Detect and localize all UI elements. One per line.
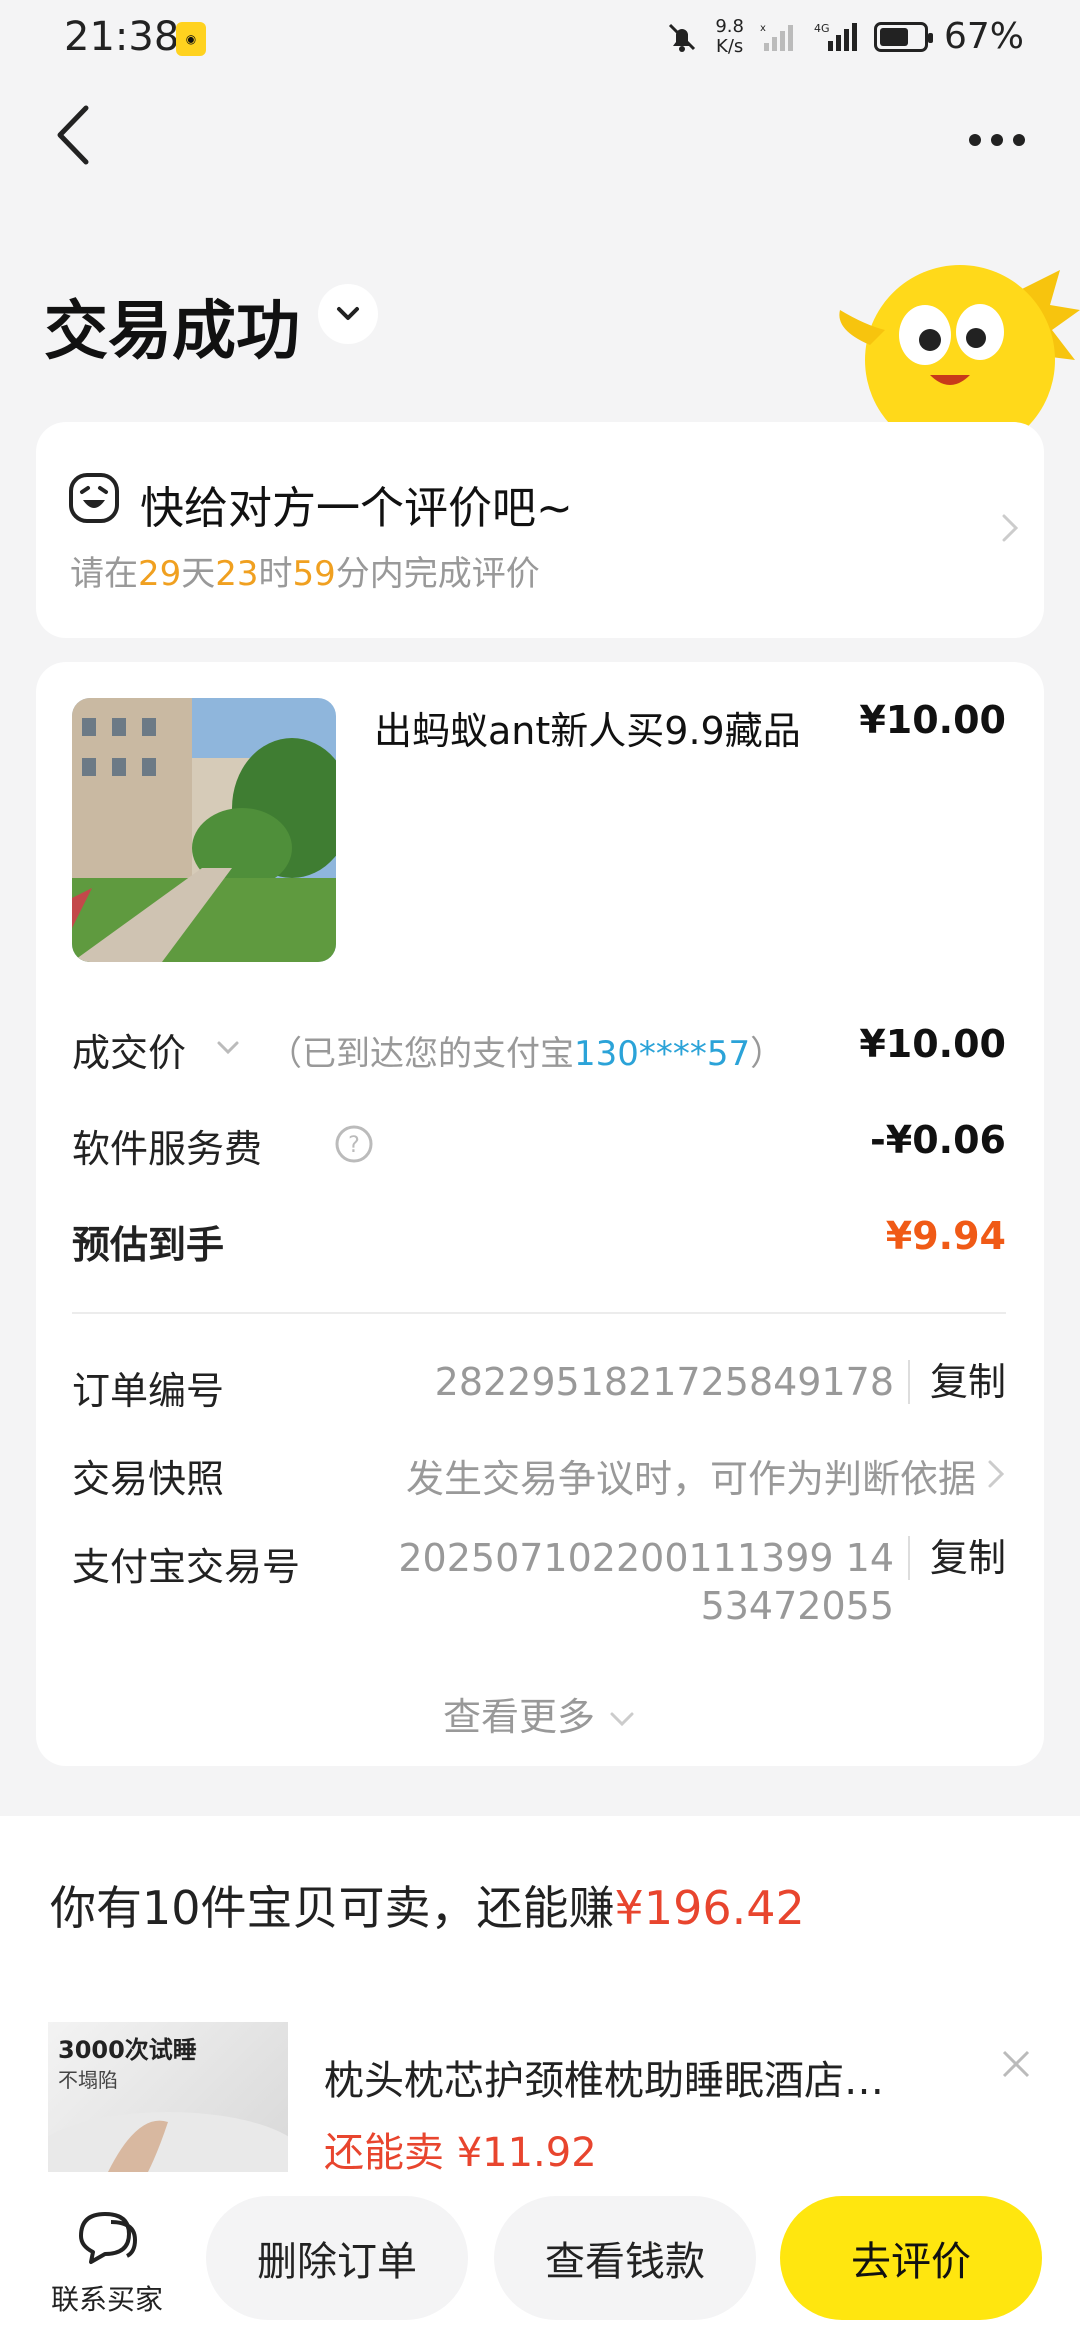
alipay-trade-value-line2: 53472055 [700,1584,894,1628]
alipay-trade-label: 支付宝交易号 [72,1545,301,1589]
network-speed: 9.8 K/s [715,15,744,57]
help-icon[interactable]: ? [334,1124,374,1164]
status-time: 21:38 [64,14,180,60]
deal-price-row: 成交价 （已到达您的支付宝130****57） ¥10.00 [72,1022,1006,1082]
chat-bubble-icon [79,2212,138,2264]
close-icon[interactable] [996,2044,1036,2084]
battery-percent: 67% [943,16,1024,57]
product-title[interactable]: 出蚂蚁ant新人买9.9藏品 [374,700,801,755]
product-price: ¥10.00 [859,698,1006,742]
smiley-icon [69,473,119,523]
order-number-value: 2822951821725849178 [434,1360,894,1404]
chevron-down-icon [337,307,359,320]
net-amount-label: 预估到手 [72,1223,225,1267]
view-money-button[interactable]: 查看钱款 [494,2196,756,2320]
svg-text:x: x [760,23,766,34]
order-number-label: 订单编号 [72,1369,225,1413]
contact-buyer-button[interactable]: 联系买家 [44,2206,170,2318]
deal-price-label[interactable]: 成交价 [72,1022,186,1077]
chevron-down-icon [610,1712,634,1727]
status-right: 9.8 K/s x 4G 67% [665,16,1024,57]
deal-price-note: （已到达您的支付宝130****57） [268,1034,785,1074]
fish-mascot-icon [839,265,1080,430]
mute-bell-icon [669,23,696,52]
sell-title: 你有10件宝贝可卖，还能赚¥196.42 [50,1881,805,1935]
chevron-right-icon[interactable] [984,1454,1008,1494]
page-title: 交易成功 [44,295,300,369]
recommend-product-price: 还能卖 ¥11.92 [324,2130,597,2176]
cell-signal-icon: 4G [814,22,857,51]
delete-order-button[interactable]: 删除订单 [206,2196,468,2320]
wifi-signal-icon: x [760,23,793,51]
chevron-down-icon[interactable] [214,1038,242,1058]
title-expand-button[interactable] [318,284,378,344]
svg-text:4G: 4G [814,22,830,35]
net-amount-row: 预估到手 ¥9.94 [72,1214,1006,1274]
go-review-button[interactable]: 去评价 [780,2196,1042,2320]
see-more-button[interactable]: 查看更多 [36,1686,1044,1741]
contact-buyer-label: 联系买家 [50,2283,163,2316]
service-fee-row: 软件服务费 ? -¥0.06 [72,1118,1006,1178]
chevron-right-icon [1002,514,1019,542]
product-image[interactable] [72,698,336,962]
review-title: 快给对方一个评价吧~ [140,483,573,534]
review-countdown: 请在29天23时59分内完成评价 [70,554,540,594]
battery-icon [873,21,933,52]
copy-order-number-button[interactable]: 复制 [907,1360,1006,1404]
alipay-trade-value-line1: 202507102200111399 14 [398,1536,894,1580]
more-options-button[interactable] [960,120,1034,160]
divider [72,1312,1006,1314]
status-bar: 21:38 ◉ 9.8 K/s x 4G 67% [0,0,1080,80]
service-fee-label: 软件服务费 [72,1127,263,1171]
recommend-product-title[interactable]: 枕头枕芯护颈椎枕助睡眠酒店… [324,2048,884,2106]
back-button[interactable] [50,100,100,170]
net-amount-value: ¥9.94 [885,1214,1006,1258]
snapshot-label: 交易快照 [72,1457,225,1501]
app-notification-icon: ◉ [176,22,206,56]
order-detail-card: 出蚂蚁ant新人买9.9藏品 ¥10.00 成交价 （已到达您的支付宝130**… [36,662,1044,1766]
snapshot-value[interactable]: 发生交易争议时，可作为判断依据 [406,1448,976,1503]
svg-text:?: ? [348,1133,360,1158]
service-fee-value: -¥0.06 [870,1118,1006,1162]
bottom-action-bar: 联系买家 删除订单 查看钱款 去评价 [0,2176,1080,2340]
recommend-tag: 3000次试睡 [58,2036,197,2064]
chevron-left-icon [57,105,89,165]
recommend-product-image[interactable]: 3000次试睡 不塌陷 [48,2022,288,2172]
copy-alipay-number-button[interactable]: 复制 [907,1536,1006,1580]
review-reminder-card[interactable]: 快给对方一个评价吧~ 请在29天23时59分内完成评价 [36,422,1044,638]
deal-price-value: ¥10.00 [859,1022,1006,1066]
